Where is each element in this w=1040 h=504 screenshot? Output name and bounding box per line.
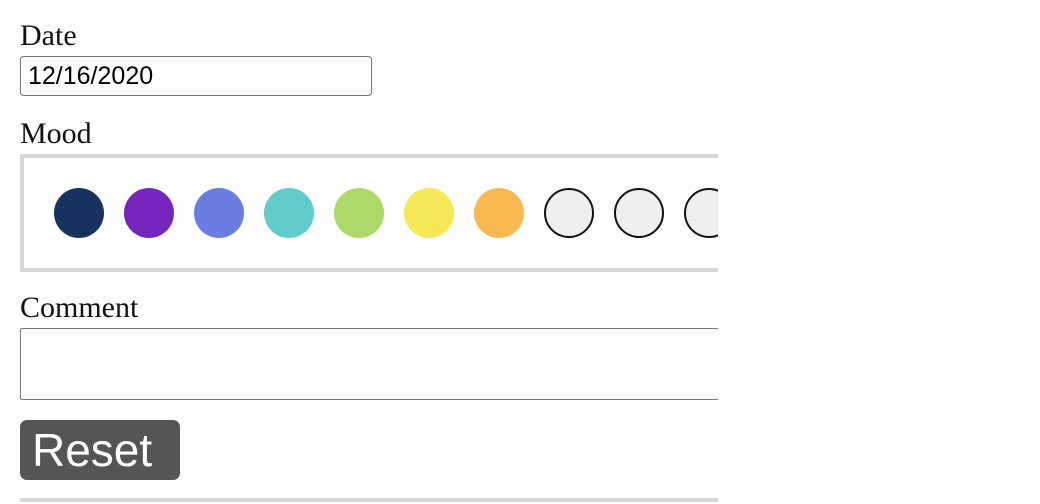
mood-swatch-1[interactable]: [54, 188, 104, 238]
section-divider: [20, 498, 718, 502]
mood-swatch-10[interactable]: [684, 188, 718, 238]
mood-swatch-7[interactable]: [474, 188, 524, 238]
mood-tracker-form: Date Mood Comment Reset: [0, 0, 718, 504]
mood-swatch-8[interactable]: [544, 188, 594, 238]
comment-label: Comment: [20, 291, 139, 324]
mood-swatch-2[interactable]: [124, 188, 174, 238]
comment-input[interactable]: [20, 328, 718, 400]
reset-button[interactable]: Reset: [20, 420, 180, 480]
mood-swatch-5[interactable]: [334, 188, 384, 238]
mood-swatch-9[interactable]: [614, 188, 664, 238]
mood-label: Mood: [20, 117, 92, 150]
mood-swatch-3[interactable]: [194, 188, 244, 238]
mood-swatch-6[interactable]: [404, 188, 454, 238]
mood-swatch-4[interactable]: [264, 188, 314, 238]
date-label: Date: [20, 19, 77, 52]
date-input[interactable]: [20, 56, 372, 96]
mood-picker: [20, 154, 718, 272]
